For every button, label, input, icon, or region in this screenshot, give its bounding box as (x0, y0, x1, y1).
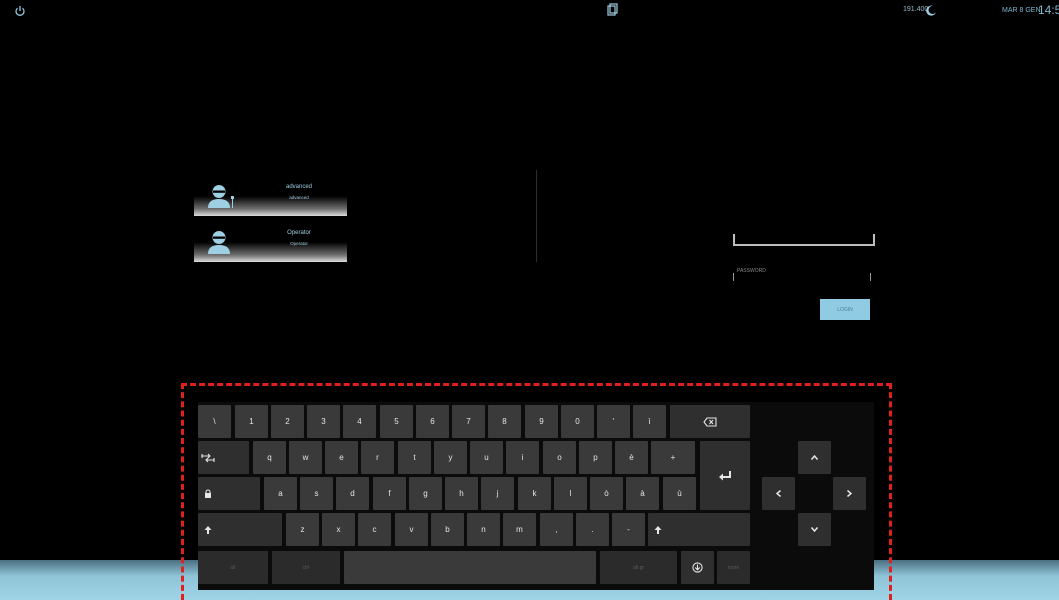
user-role: Operator (290, 241, 308, 246)
shift-key-right[interactable] (648, 513, 750, 546)
key[interactable]: r (361, 441, 394, 474)
ip-address: 191.400 (903, 6, 929, 13)
backspace-key[interactable] (670, 405, 750, 438)
caps-lock-key[interactable] (198, 477, 260, 510)
arrow-down-icon (811, 527, 818, 532)
key[interactable]: 5 (380, 405, 413, 438)
alt-key[interactable]: alt (198, 551, 268, 584)
key[interactable]: 0 (561, 405, 594, 438)
more-key[interactable]: more (717, 551, 750, 584)
alt-gr-key[interactable]: alt gr (600, 551, 677, 584)
arrow-left-key[interactable] (762, 477, 795, 510)
key[interactable]: 7 (452, 405, 485, 438)
key[interactable]: 8 (488, 405, 521, 438)
key[interactable]: g (409, 477, 442, 510)
status-bar: 191.400 MAR 8 GEN 14:54 (0, 0, 1059, 22)
key[interactable]: h (445, 477, 478, 510)
user-card-operator[interactable]: Operator Operator (194, 226, 347, 262)
tab-key[interactable] (198, 441, 249, 474)
shift-icon (204, 525, 212, 535)
key[interactable]: ' (597, 405, 630, 438)
panel-divider (536, 170, 537, 262)
key[interactable]: + (651, 441, 695, 474)
arrow-left-icon (776, 490, 781, 497)
hide-keyboard-key[interactable] (681, 551, 714, 584)
user-wrench-icon (206, 183, 236, 213)
key[interactable]: à (626, 477, 659, 510)
key[interactable]: k (518, 477, 551, 510)
user-icon (206, 229, 236, 259)
caps-lock-icon (204, 488, 212, 499)
key[interactable]: q (253, 441, 286, 474)
user-name: advanced (285, 184, 313, 190)
user-role: advanced (289, 195, 309, 200)
ctrl-key[interactable]: ctrl (272, 551, 340, 584)
key[interactable]: 2 (271, 405, 304, 438)
key[interactable]: m (503, 513, 536, 546)
shift-key-left[interactable] (198, 513, 282, 546)
key[interactable]: x (322, 513, 355, 546)
key[interactable]: . (576, 513, 609, 546)
key[interactable]: ò (590, 477, 623, 510)
key[interactable]: ì (633, 405, 666, 438)
user-card-advanced[interactable]: advanced advanced (194, 180, 347, 216)
user-name: Operator (287, 230, 311, 236)
field-edge (870, 273, 871, 281)
key[interactable]: 4 (343, 405, 376, 438)
hide-keyboard-icon (692, 562, 703, 573)
key[interactable]: p (579, 441, 612, 474)
clipboard-icon[interactable] (606, 3, 618, 17)
key[interactable]: - (612, 513, 645, 546)
key[interactable]: z (286, 513, 319, 546)
key[interactable]: 3 (307, 405, 340, 438)
key[interactable]: o (543, 441, 576, 474)
key[interactable]: a (264, 477, 297, 510)
enter-key[interactable] (700, 441, 750, 510)
shift-icon (654, 525, 662, 535)
key[interactable]: w (289, 441, 322, 474)
key[interactable]: j (481, 477, 514, 510)
backspace-icon (703, 416, 717, 427)
key[interactable]: y (434, 441, 467, 474)
key[interactable]: 1 (235, 405, 268, 438)
key[interactable]: d (336, 477, 369, 510)
key[interactable]: l (554, 477, 587, 510)
key[interactable]: , (540, 513, 573, 546)
key[interactable]: s (300, 477, 333, 510)
space-bar[interactable] (344, 551, 596, 584)
arrow-right-icon (847, 490, 852, 497)
key[interactable]: b (431, 513, 464, 546)
enter-icon (718, 470, 732, 482)
tab-icon (201, 453, 215, 463)
key[interactable]: n (467, 513, 500, 546)
password-field[interactable]: PASSWORD (733, 268, 871, 284)
username-field[interactable] (733, 234, 875, 246)
key[interactable]: \ (198, 405, 231, 438)
password-placeholder: PASSWORD (737, 268, 766, 274)
key[interactable]: 6 (416, 405, 449, 438)
moon-icon[interactable] (926, 3, 937, 16)
date-display: MAR 8 GEN (1002, 7, 1041, 14)
key[interactable]: t (398, 441, 431, 474)
arrow-up-key[interactable] (798, 441, 831, 474)
key[interactable]: v (395, 513, 428, 546)
arrow-up-icon (811, 455, 818, 460)
key[interactable]: i (506, 441, 539, 474)
arrow-right-key[interactable] (833, 477, 866, 510)
key[interactable]: u (470, 441, 503, 474)
field-edge (733, 273, 734, 281)
arrow-down-key[interactable] (798, 513, 831, 546)
key[interactable]: c (358, 513, 391, 546)
key[interactable]: ù (663, 477, 696, 510)
login-button[interactable]: LOGIN (820, 299, 870, 320)
key[interactable]: e (325, 441, 358, 474)
key[interactable]: 9 (525, 405, 558, 438)
key[interactable]: è (615, 441, 648, 474)
power-icon[interactable] (14, 4, 26, 16)
time-display: 14:54 (1038, 3, 1059, 17)
key[interactable]: f (373, 477, 406, 510)
